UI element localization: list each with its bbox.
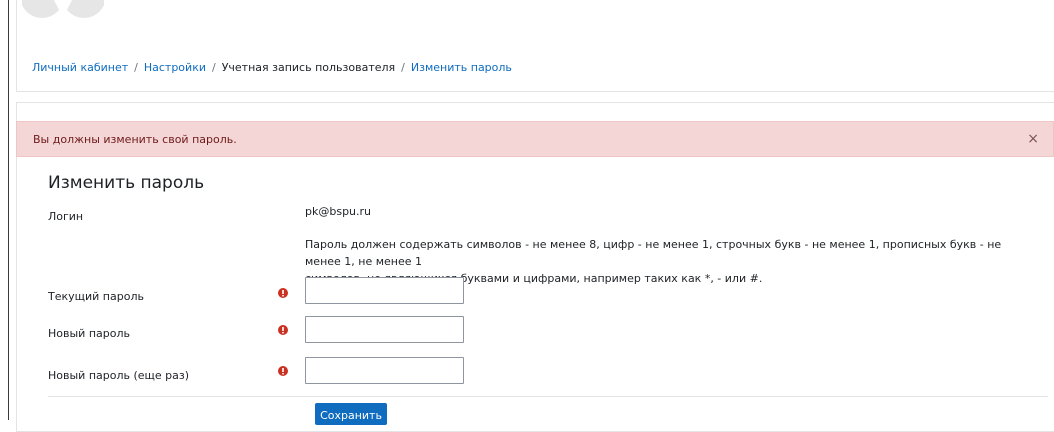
confirm-password-label: Новый пароль (еще раз) <box>48 369 190 382</box>
breadcrumb-change-password-link[interactable]: Изменить пароль <box>411 61 512 74</box>
new-password-input[interactable] <box>305 316 464 343</box>
password-rules-line: Пароль должен содержать символов - не ме… <box>305 238 1002 268</box>
alert-message: Вы должны изменить свой пароль. <box>33 133 237 146</box>
exclamation-circle-icon <box>278 366 288 376</box>
breadcrumb-separator: / <box>401 61 405 74</box>
save-button[interactable]: Сохранить <box>315 403 387 425</box>
new-password-label: Новый пароль <box>48 327 130 340</box>
breadcrumb-separator: / <box>211 61 216 74</box>
current-password-input[interactable] <box>305 277 464 304</box>
current-password-label: Текущий пароль <box>48 290 144 303</box>
login-label: Логин <box>48 210 84 223</box>
breadcrumb-separator: / <box>134 61 138 74</box>
alert-banner: Вы должны изменить свой пароль. × <box>16 121 1054 157</box>
confirm-password-input[interactable] <box>305 357 464 384</box>
page-header <box>16 0 1054 92</box>
exclamation-circle-icon <box>278 288 288 298</box>
form-divider <box>48 396 1048 397</box>
exclamation-circle-icon <box>278 325 288 335</box>
breadcrumb-settings-link[interactable]: Настройки <box>144 61 206 74</box>
breadcrumb-dashboard-link[interactable]: Личный кабинет <box>32 61 128 74</box>
breadcrumb: Личный кабинет / Настройки / Учетная запись … <box>32 61 512 74</box>
breadcrumb-account: Учетная запись пользователя <box>221 61 396 74</box>
login-value: pk@bspu.ru <box>305 205 372 218</box>
close-icon[interactable]: × <box>1027 131 1039 147</box>
page-title: Изменить пароль <box>48 173 205 193</box>
user-avatar-icon <box>22 0 104 18</box>
